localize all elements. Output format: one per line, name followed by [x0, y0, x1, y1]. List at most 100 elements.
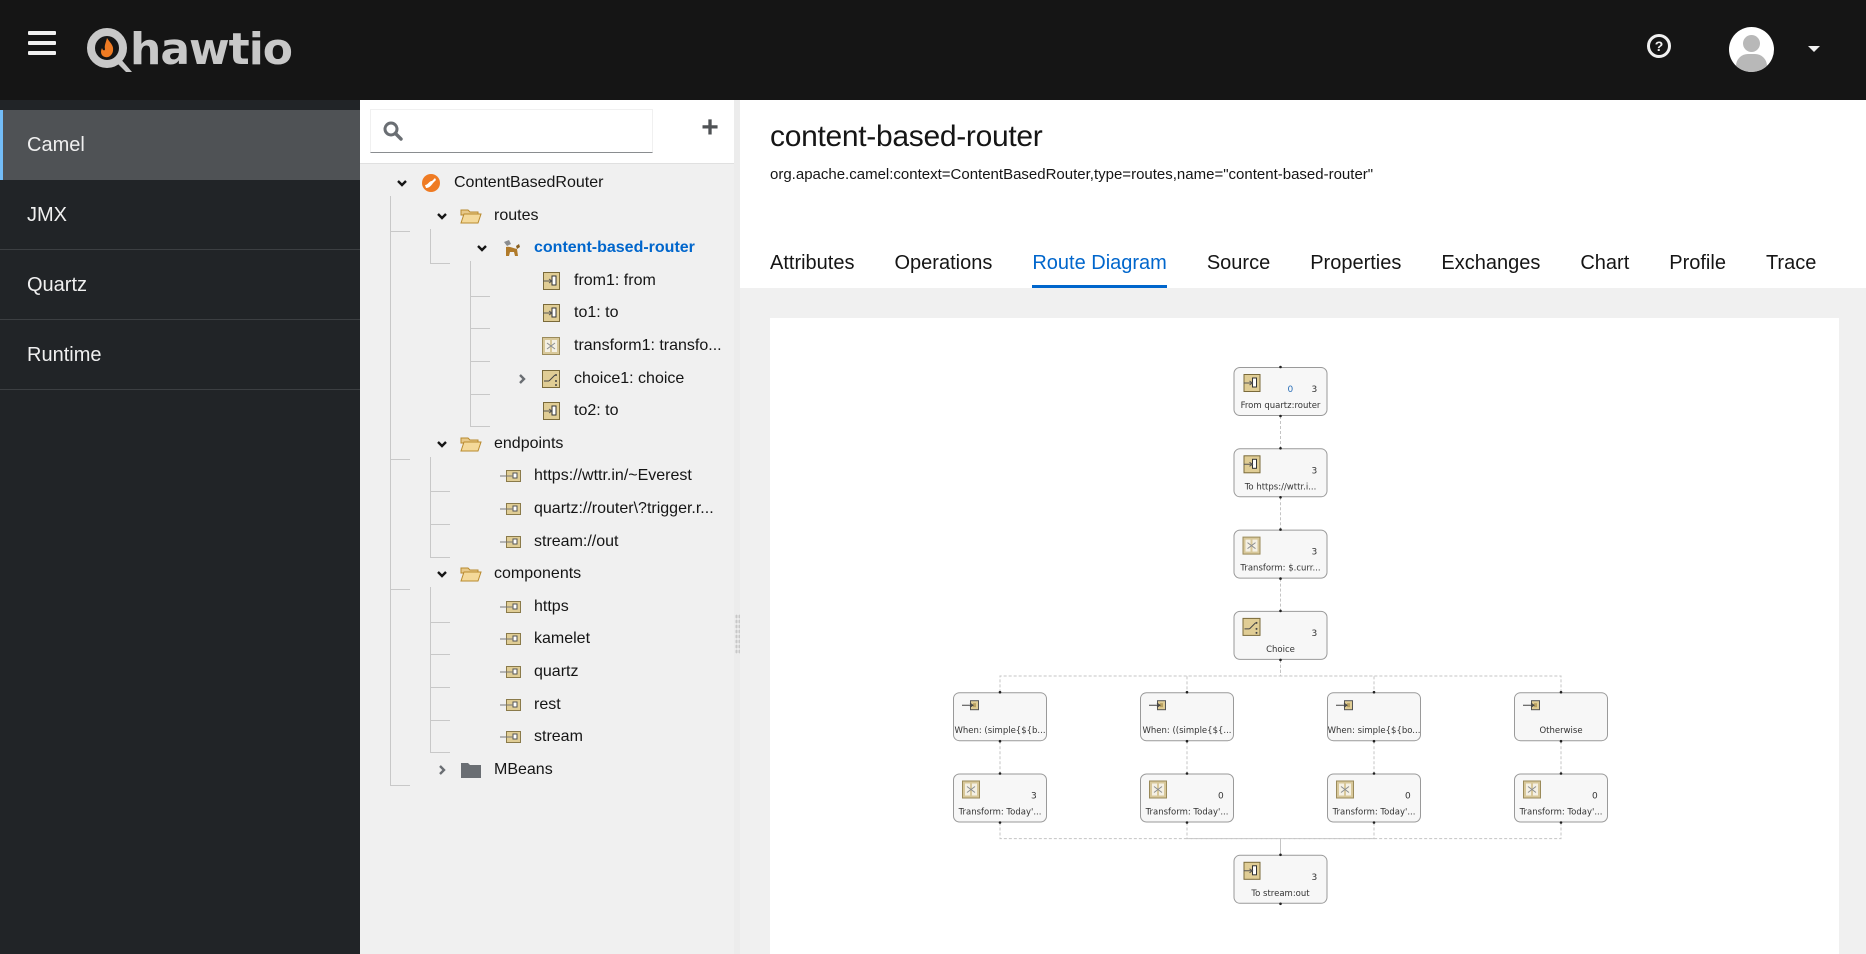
logo-flame-icon: [87, 28, 132, 72]
tab-properties[interactable]: Properties: [1310, 248, 1401, 288]
tree-node[interactable]: components: [434, 559, 581, 589]
node-total-count: 0: [1218, 792, 1224, 802]
tree-node[interactable]: stream: [474, 722, 583, 752]
tree-node-label: components: [494, 565, 582, 583]
tree-node[interactable]: quartz: [474, 657, 578, 687]
add-button[interactable]: +: [690, 112, 730, 148]
tab-exchanges[interactable]: Exchanges: [1441, 248, 1540, 288]
diagram-node-t3[interactable]: 0 Transform: Today'...: [1327, 772, 1421, 824]
tab-attributes[interactable]: Attributes: [770, 248, 854, 288]
tree-guide-line: [430, 456, 431, 557]
mbean-object-name: org.apache.camel:context=ContentBasedRou…: [770, 166, 1374, 183]
tree-node-label: transform1: transfo...: [574, 337, 722, 354]
diagram-node-to1[interactable]: 3 To https://wttr.i...: [1233, 447, 1328, 499]
diagram-node-t2[interactable]: 0 Transform: Today'...: [1140, 772, 1234, 824]
node-port-in: [1372, 772, 1376, 775]
node-port-out: [1559, 821, 1563, 824]
tree-node[interactable]: to1: to: [514, 298, 618, 328]
diagram-node-when1[interactable]: When: (simple{${b...: [953, 690, 1047, 743]
tab-chart[interactable]: Chart: [1580, 248, 1629, 288]
tree-node[interactable]: https: [474, 592, 569, 622]
tree-search-input[interactable]: [413, 110, 649, 152]
tree-guide-line: [430, 263, 450, 265]
tree-node[interactable]: rest: [474, 690, 561, 720]
diagram-node-transform1[interactable]: 3 Transform: $.curr...: [1233, 528, 1328, 580]
endpoint-icon: [1243, 861, 1261, 880]
node-label: When: ((simple{${...: [1143, 726, 1232, 736]
sidebar-item-camel[interactable]: Camel: [0, 110, 360, 180]
user-avatar-icon[interactable]: [1729, 27, 1774, 72]
tree-node-label: rest: [534, 695, 561, 713]
user-dropdown-caret-icon[interactable]: [1808, 46, 1820, 52]
node-total-count: 3: [1312, 629, 1318, 639]
folder-open-icon: [460, 206, 482, 226]
when-icon: [1523, 700, 1540, 711]
tree-node[interactable]: https://wttr.in/~Everest: [474, 461, 692, 491]
tab-trace[interactable]: Trace: [1766, 248, 1816, 288]
tab-source[interactable]: Source: [1207, 248, 1270, 288]
tree-guide-line: [430, 556, 450, 558]
tree-node[interactable]: to2: to: [514, 396, 618, 426]
node-label: Transform: Today'...: [1145, 808, 1229, 818]
tree-node[interactable]: transform1: transfo...: [514, 331, 722, 361]
tree-node[interactable]: MBeans: [434, 755, 553, 785]
chevron-down-icon[interactable]: [394, 175, 410, 191]
sidebar-item-jmx[interactable]: JMX: [0, 180, 360, 250]
tree-node[interactable]: kamelet: [474, 624, 590, 654]
diagram-node-t4[interactable]: 0 Transform: Today'...: [1514, 772, 1608, 824]
tree-node[interactable]: content-based-router: [474, 233, 695, 263]
hamburger-icon[interactable]: [28, 31, 56, 57]
tree-node[interactable]: routes: [434, 201, 538, 231]
tree-node[interactable]: quartz://router\?trigger.r...: [474, 494, 714, 524]
diagram-node-otherwise[interactable]: Otherwise: [1514, 690, 1608, 743]
tree-node[interactable]: ContentBasedRouter: [394, 168, 603, 198]
sidebar-item-quartz[interactable]: Quartz: [0, 250, 360, 320]
diagram-node-choice[interactable]: 3 Choice: [1233, 609, 1328, 662]
tree-guide-line: [430, 228, 431, 264]
node-total-count: 3: [1312, 385, 1318, 395]
chevron-down-icon[interactable]: [474, 240, 490, 256]
when-icon: [1336, 700, 1353, 711]
endpoint-folder-icon: [500, 532, 522, 552]
chevron-down-icon[interactable]: [434, 566, 450, 582]
tab-route-diagram[interactable]: Route Diagram: [1032, 248, 1167, 288]
chevron-right-icon[interactable]: [434, 762, 450, 778]
camel-context-icon: [420, 173, 442, 193]
sidebar: Camel JMX Quartz Runtime: [0, 100, 360, 954]
when-icon: [962, 700, 979, 711]
sidebar-item-runtime[interactable]: Runtime: [0, 320, 360, 390]
node-label: Transform: Today'...: [958, 808, 1042, 818]
chevron-down-icon[interactable]: [434, 436, 450, 452]
transform-icon: [1336, 780, 1354, 799]
diagram-node-when2[interactable]: When: ((simple{${...: [1140, 690, 1234, 743]
tab-profile[interactable]: Profile: [1669, 248, 1726, 288]
diagram-node-from[interactable]: 0 3 From quartz:router: [1233, 365, 1328, 418]
node-label: Otherwise: [1539, 726, 1582, 736]
tree-guide-line: [470, 393, 490, 395]
node-port-in: [1559, 772, 1563, 775]
hawtio-logo[interactable]: hawtio: [86, 22, 293, 78]
tree-guide-line: [430, 524, 450, 525]
tree-guide-line: [430, 654, 450, 656]
tree-guide-line: [470, 295, 490, 297]
diagram-node-t1[interactable]: 3 Transform: Today'...: [953, 772, 1047, 824]
tree-node[interactable]: stream://out: [474, 527, 618, 557]
tree-node[interactable]: choice1: choice: [514, 364, 684, 394]
endpoint-icon: [540, 401, 562, 421]
tree-guide-line: [390, 784, 410, 786]
diagram-node-when3[interactable]: When: simple{${bo...: [1327, 690, 1421, 743]
help-icon[interactable]: ?: [1647, 34, 1671, 58]
chevron-down-icon[interactable]: [434, 208, 450, 224]
diagram-node-to2[interactable]: 3To stream:out: [1233, 853, 1328, 906]
node-port-in: [1279, 528, 1282, 531]
diagram-edge: [1280, 659, 1562, 693]
tree-node-label: stream: [534, 728, 583, 746]
node-port-out: [1279, 658, 1282, 662]
chevron-right-icon[interactable]: [514, 371, 530, 387]
tree-node[interactable]: from1: from: [514, 266, 656, 296]
tree-node[interactable]: endpoints: [434, 429, 563, 459]
node-label: From quartz:router: [1241, 401, 1321, 411]
tab-operations[interactable]: Operations: [894, 248, 992, 288]
